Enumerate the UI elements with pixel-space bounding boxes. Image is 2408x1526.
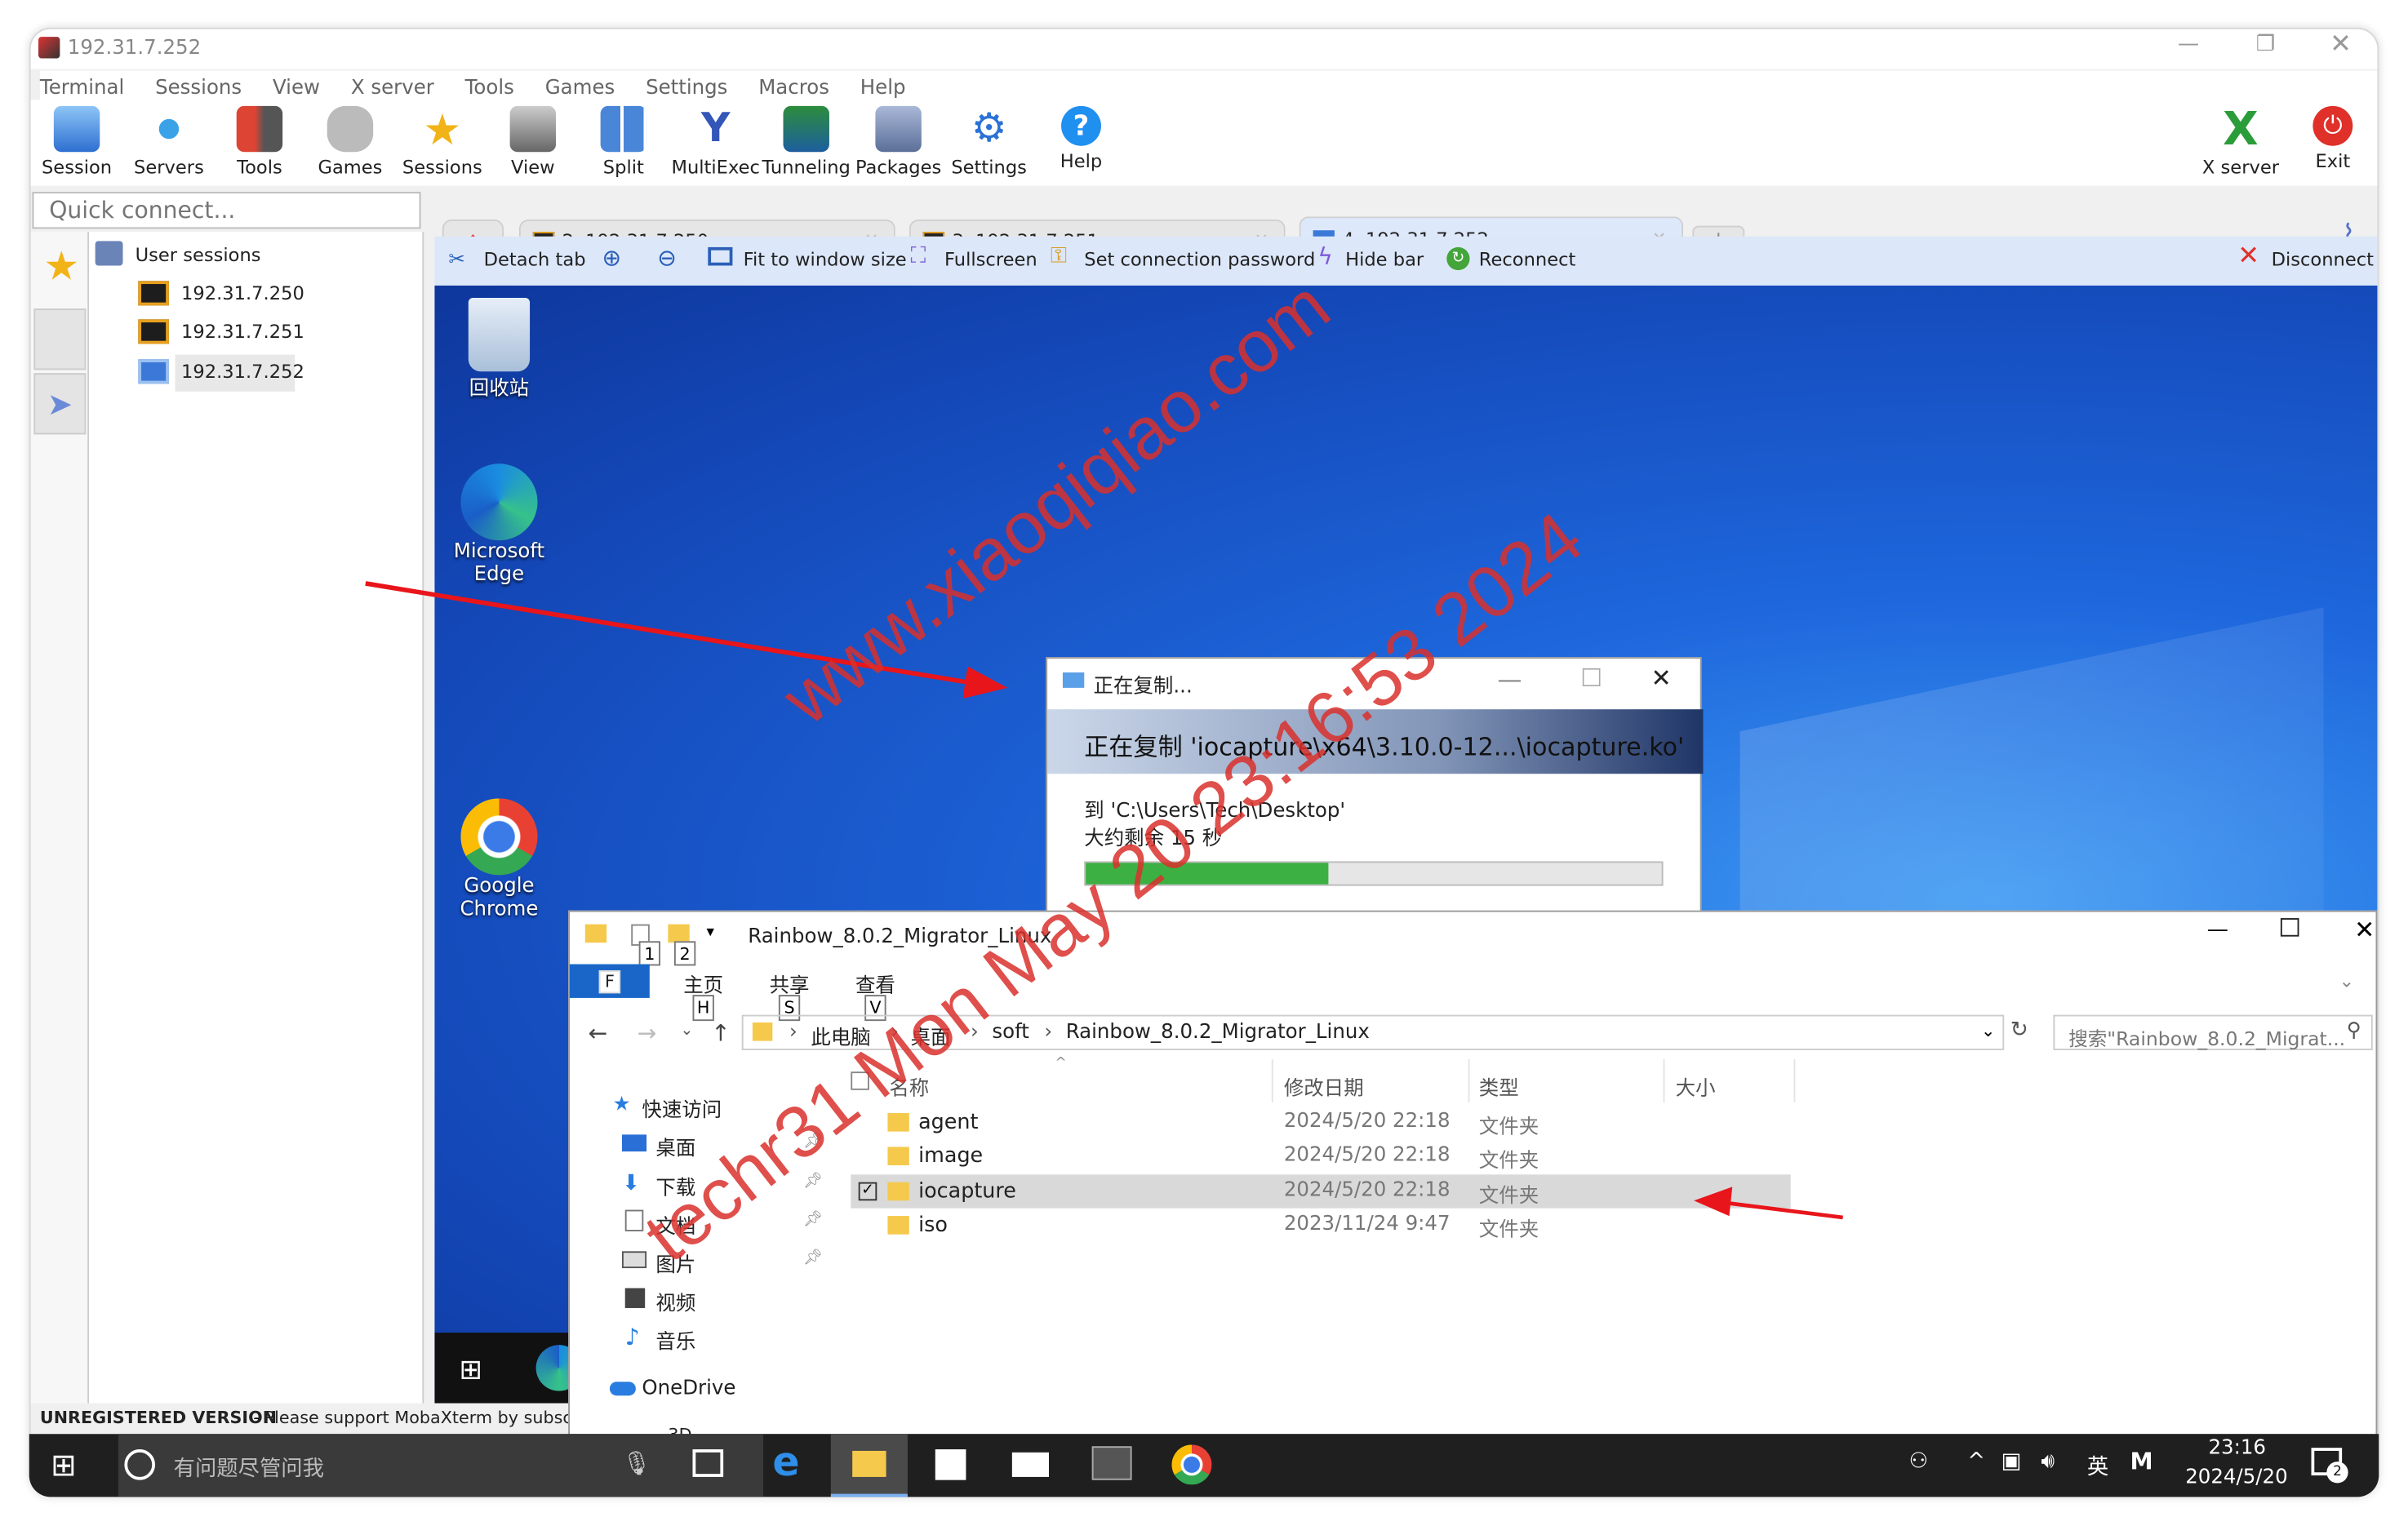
cortana-icon (124, 1449, 156, 1480)
store-icon[interactable] (935, 1449, 966, 1480)
edge-taskbar-icon[interactable]: e (772, 1440, 799, 1486)
chrome-taskbar-icon[interactable] (1171, 1444, 1212, 1485)
explorer-taskbar-button[interactable] (830, 1434, 908, 1497)
host-taskbar: ⊞ 有问题尽管问我 🎙︎ e ⚇ ^ ▣ 🔊︎ 英 M 23:16 2024/5… (29, 1434, 2379, 1497)
arrowhead (962, 666, 1008, 699)
volume-icon[interactable]: 🔊︎ (2041, 1449, 2055, 1474)
taskbar-search[interactable]: 有问题尽管问我 🎙︎ (118, 1434, 764, 1497)
people-icon[interactable]: ⚇ (1909, 1449, 1929, 1474)
microphone-icon[interactable]: 🎙︎ (622, 1449, 651, 1477)
mobaxterm-taskbar-icon[interactable] (1091, 1446, 1132, 1480)
network-icon[interactable]: ▣ (2001, 1449, 2021, 1474)
ime-icon[interactable]: M (2130, 1448, 2153, 1475)
task-view-icon[interactable] (692, 1449, 724, 1477)
windows-start-icon[interactable]: ⊞ (51, 1446, 77, 1483)
clock-time[interactable]: 23:16 (2208, 1437, 2265, 1460)
arrow-to-iocapture (1719, 1200, 1843, 1220)
notification-badge: 2 (2326, 1462, 2348, 1484)
clock-date[interactable]: 2024/5/20 (2185, 1466, 2287, 1489)
language-indicator[interactable]: 英 (2087, 1451, 2108, 1482)
arrowhead (1694, 1187, 1733, 1217)
mail-icon[interactable] (1011, 1452, 1049, 1477)
tray-chevron-icon[interactable]: ^ (1967, 1449, 1985, 1474)
folder-icon (852, 1450, 886, 1477)
